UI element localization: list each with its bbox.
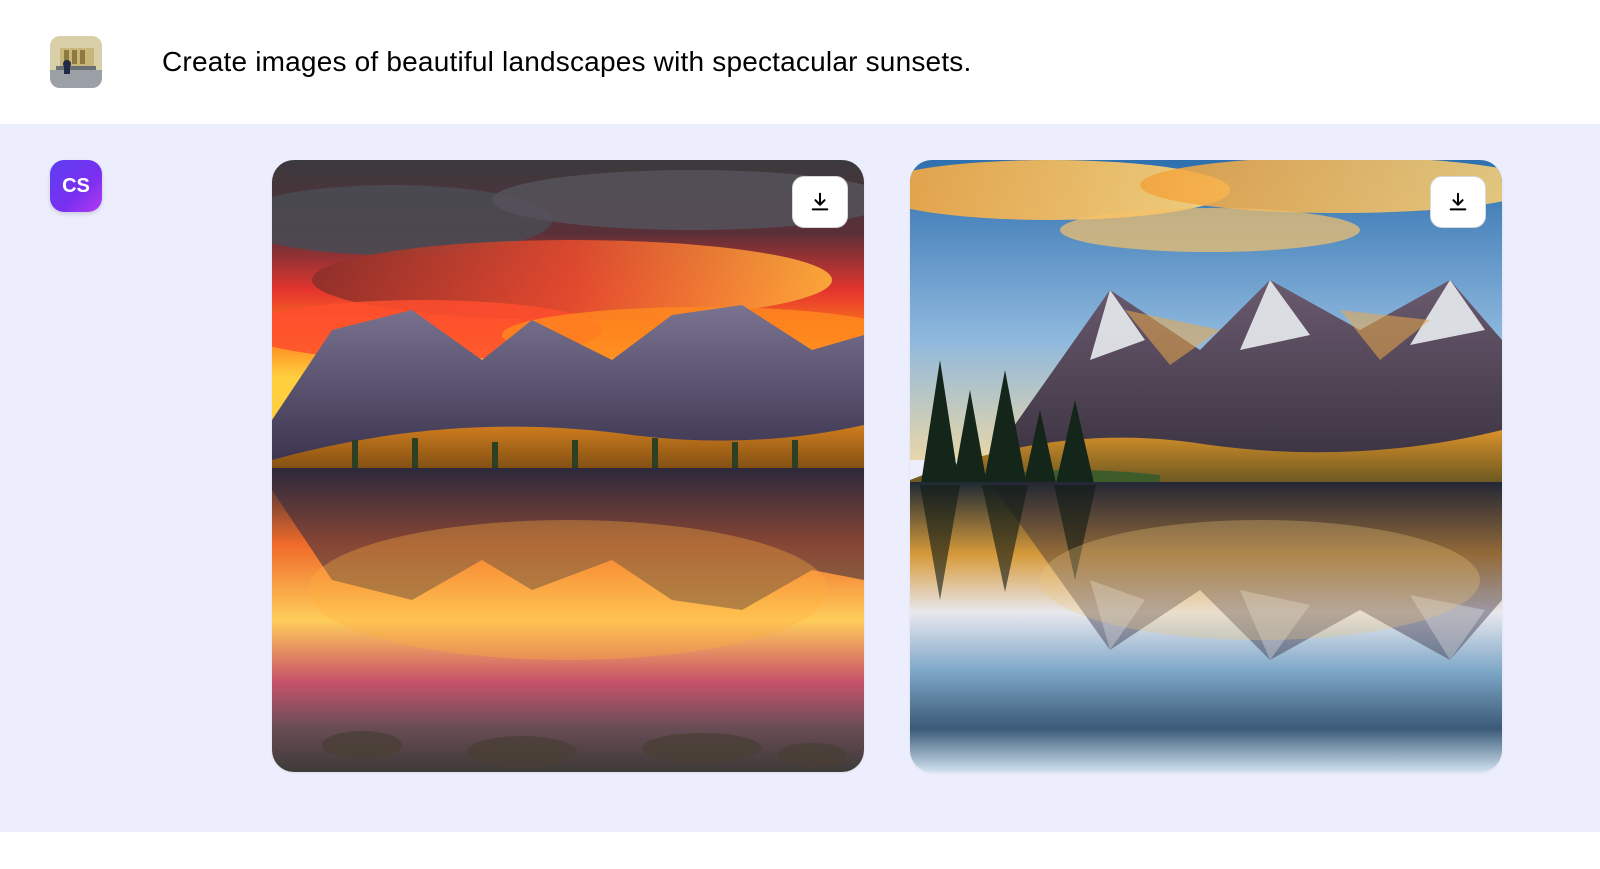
download-button[interactable] xyxy=(1430,176,1486,228)
download-icon xyxy=(1447,191,1469,213)
user-message-text: Create images of beautiful landscapes wi… xyxy=(162,46,971,78)
generated-image-card xyxy=(910,160,1502,772)
download-icon xyxy=(809,191,831,213)
user-avatar xyxy=(50,36,102,88)
generated-image-card xyxy=(272,160,864,772)
image-gallery xyxy=(272,160,1502,772)
assistant-avatar: CS xyxy=(50,160,102,212)
assistant-response-row: CS xyxy=(0,124,1600,832)
generated-image xyxy=(910,160,1502,772)
assistant-avatar-label: CS xyxy=(62,175,90,198)
user-message-row: Create images of beautiful landscapes wi… xyxy=(0,0,1600,124)
download-button[interactable] xyxy=(792,176,848,228)
generated-image xyxy=(272,160,864,772)
